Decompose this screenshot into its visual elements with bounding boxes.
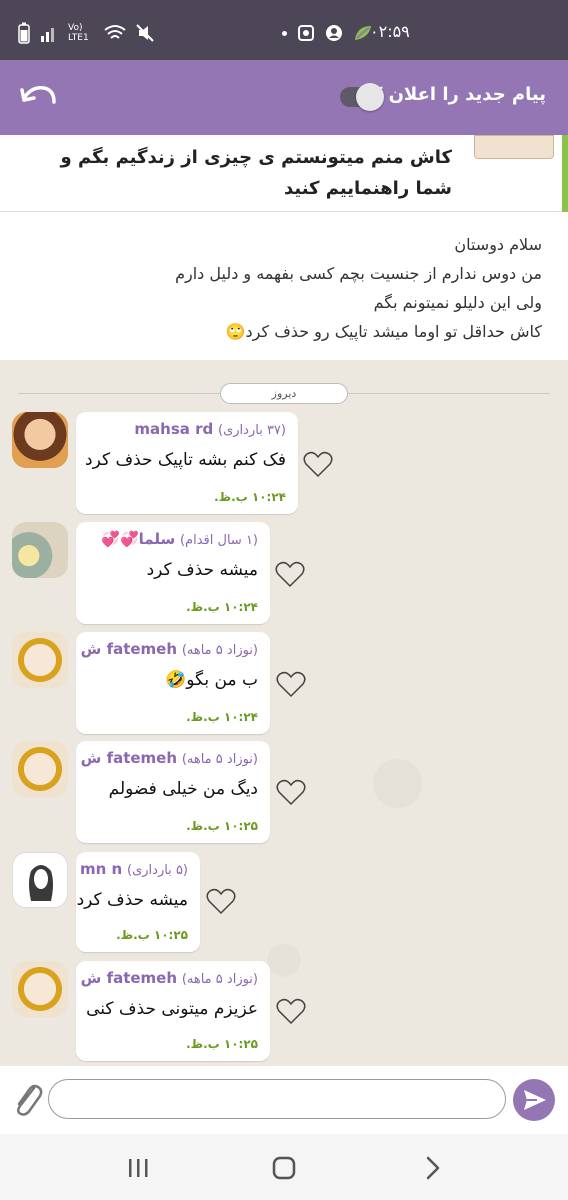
status-bar: Vo) LTE1 ۰۲:۵۹ — [0, 0, 568, 60]
app-notification-icon — [298, 25, 314, 41]
status-right-icons — [282, 22, 373, 44]
attach-icon[interactable] — [10, 1080, 44, 1118]
heart-icon[interactable] — [275, 560, 305, 588]
back-arrow-icon[interactable] — [18, 80, 58, 116]
message-time: ۱۰:۲۵ ب.ظ. — [186, 819, 258, 833]
sender-name: mahsa rd — [134, 420, 214, 438]
message-bubble[interactable]: (نوزاد ۵ ماهه) fatemeh ش ب من بگو🤣 ۱۰:۲۴… — [76, 632, 270, 734]
sender[interactable]: (۵ بارداری) mn n — [80, 860, 188, 878]
carrier-label: Vo) LTE1 — [68, 23, 89, 43]
message-time: ۱۰:۲۵ ب.ظ. — [186, 1037, 258, 1051]
message-text: دیگ من خیلی فضولم — [108, 779, 258, 799]
signal-icon — [41, 28, 54, 42]
message-text: فک کنم بشه تاپیک حذف کرد — [85, 450, 286, 470]
nav-recents-icon[interactable] — [120, 1150, 156, 1186]
post-line: سلام دوستان — [454, 235, 542, 254]
default-avatar-icon — [29, 865, 53, 901]
account-icon — [326, 25, 342, 41]
heart-icon[interactable] — [276, 778, 306, 806]
send-icon — [524, 1090, 546, 1110]
post-line: کاش حداقل تو اوما میشد تاپیک رو حذف کرد🙄 — [225, 322, 542, 341]
app-bar: پیام جدید را اعلان کن — [0, 60, 568, 135]
topic-thumbnail — [474, 135, 554, 159]
post-line: من دوس ندارم از جنسیت بچم کسی بفهمه و دل… — [175, 264, 542, 283]
nav-back-icon[interactable] — [414, 1150, 450, 1186]
heart-icon[interactable] — [206, 887, 236, 915]
sender-status: (۳۷ بارداری) — [218, 423, 286, 438]
sender-name: سلما💞💞 — [101, 530, 176, 548]
avatar[interactable] — [12, 522, 68, 578]
battery-icon — [18, 22, 30, 44]
sender[interactable]: (نوزاد ۵ ماهه) fatemeh ش — [81, 969, 258, 987]
sender-name: fatemeh ش — [80, 969, 178, 987]
message-text: میشه حذف کرد — [146, 560, 258, 580]
sender-status: (نوزاد ۵ ماهه) — [181, 972, 258, 987]
heart-icon[interactable] — [276, 670, 306, 698]
heart-icon[interactable] — [276, 997, 306, 1025]
message-text: میشه حذف کرد — [76, 890, 188, 910]
notify-toggle-knob[interactable] — [356, 83, 384, 111]
avatar[interactable] — [12, 741, 68, 797]
message-bubble[interactable]: (نوزاد ۵ ماهه) fatemeh ش عزیزم میتونی حذ… — [76, 961, 270, 1061]
message-time: ۱۰:۲۴ ب.ظ. — [186, 600, 258, 614]
nav-home-icon[interactable] — [266, 1150, 302, 1186]
message-bubble[interactable]: (۳۷ بارداری) mahsa rd فک کنم بشه تاپیک ح… — [76, 412, 298, 514]
post-body: سلام دوستان من دوس ندارم از جنسیت بچم کس… — [22, 230, 542, 346]
topic-title: کاش منم میتونستم ی چیزی از زندگیم بگم و … — [60, 147, 453, 199]
avatar[interactable] — [12, 852, 68, 908]
sender-name: fatemeh ش — [80, 749, 178, 767]
message-bubble[interactable]: (۵ بارداری) mn n میشه حذف کرد ۱۰:۲۵ ب.ظ. — [76, 852, 200, 952]
sender-name: fatemeh ش — [80, 640, 178, 658]
sender-status: (نوزاد ۵ ماهه) — [181, 752, 258, 767]
message-bubble[interactable]: (نوزاد ۵ ماهه) fatemeh ش دیگ من خیلی فضو… — [76, 741, 270, 843]
message-text: ب من بگو🤣 — [165, 670, 258, 690]
status-time: ۰۲:۵۹ — [370, 22, 410, 41]
sender[interactable]: (۳۷ بارداری) mahsa rd — [134, 420, 286, 438]
heart-icon[interactable] — [303, 450, 333, 478]
avatar[interactable] — [12, 961, 68, 1017]
dot-icon — [282, 30, 287, 36]
message-text: عزیزم میتونی حذف کنی — [86, 999, 258, 1019]
post-line: ولی این دلیلو نمیتونم بگم — [373, 293, 542, 312]
message-time: ۱۰:۲۴ ب.ظ. — [214, 490, 286, 504]
day-label: دیروز — [220, 383, 348, 404]
message-time: ۱۰:۲۴ ب.ظ. — [186, 710, 258, 724]
avatar[interactable] — [12, 632, 68, 688]
status-left-icons: Vo) LTE1 — [18, 20, 154, 46]
notify-label: پیام جدید را اعلان کن — [355, 84, 546, 105]
wifi-icon — [104, 25, 126, 39]
sender-status: (۱ سال اقدام) — [179, 533, 258, 548]
topic-accent-bar — [562, 135, 568, 212]
avatar[interactable] — [12, 412, 68, 468]
message-time: ۱۰:۲۵ ب.ظ. — [116, 928, 188, 942]
sender[interactable]: (نوزاد ۵ ماهه) fatemeh ش — [81, 749, 258, 767]
sender-status: (۵ بارداری) — [127, 863, 188, 878]
sender[interactable]: (۱ سال اقدام) سلما💞💞 — [101, 530, 258, 548]
message-bubble[interactable]: (۱ سال اقدام) سلما💞💞 میشه حذف کرد ۱۰:۲۴ … — [76, 522, 270, 624]
send-button[interactable] — [513, 1079, 555, 1121]
mute-icon — [136, 24, 154, 42]
message-input[interactable] — [48, 1079, 506, 1119]
sender-status: (نوزاد ۵ ماهه) — [181, 643, 258, 658]
sender[interactable]: (نوزاد ۵ ماهه) fatemeh ش — [81, 640, 258, 658]
sender-name: mn n — [80, 860, 123, 878]
